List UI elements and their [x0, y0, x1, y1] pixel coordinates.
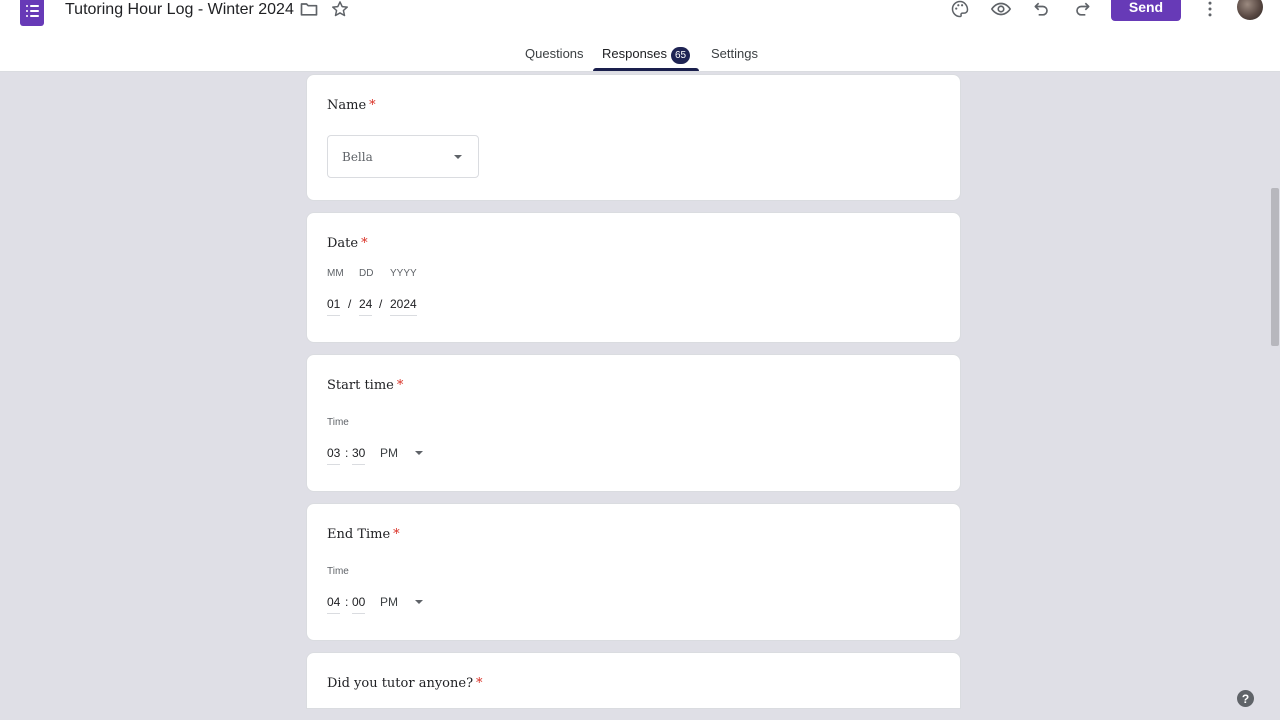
scrollbar-thumb[interactable] [1271, 188, 1279, 346]
tab-responses[interactable]: Responses [602, 46, 667, 61]
end-ampm-select[interactable]: PM [380, 595, 398, 609]
tab-questions[interactable]: Questions [525, 46, 584, 61]
question-title: Date * [327, 236, 368, 251]
question-card-start-time: Start time * Time 03 : 30 PM [306, 354, 961, 492]
dropdown-arrow-icon [454, 155, 462, 159]
question-card-name: Name * Bella [306, 74, 961, 201]
question-title: Start time * [327, 378, 404, 393]
time-colon: : [345, 595, 349, 609]
required-asterisk: * [476, 676, 483, 691]
question-title: Did you tutor anyone? * [327, 676, 483, 691]
required-asterisk: * [361, 236, 368, 251]
scrollbar-track[interactable] [1270, 72, 1280, 720]
year-label: YYYY [390, 268, 417, 279]
send-button[interactable]: Send [1111, 0, 1181, 21]
more-vert-icon[interactable] [1198, 0, 1222, 21]
ampm-dropdown-arrow-icon[interactable] [415, 600, 423, 604]
time-label: Time [327, 417, 349, 428]
forms-logo-icon[interactable] [20, 0, 44, 26]
time-label: Time [327, 566, 349, 577]
form-title[interactable]: Tutoring Hour Log - Winter 2024 [65, 1, 294, 19]
start-hour-input[interactable]: 03 [327, 446, 341, 465]
time-colon: : [345, 446, 349, 460]
name-dropdown[interactable]: Bella [327, 135, 479, 178]
ampm-dropdown-arrow-icon[interactable] [415, 451, 423, 455]
end-minute-input[interactable]: 00 [352, 595, 366, 614]
month-input[interactable]: 01 [327, 297, 341, 316]
redo-icon[interactable] [1070, 0, 1094, 21]
preview-eye-icon[interactable] [989, 0, 1013, 21]
start-ampm-select[interactable]: PM [380, 446, 398, 460]
question-card-tutored: Did you tutor anyone? * [306, 652, 961, 709]
folder-icon[interactable] [297, 0, 321, 21]
active-tab-indicator [593, 68, 699, 71]
required-asterisk: * [393, 527, 400, 542]
end-hour-input[interactable]: 04 [327, 595, 341, 614]
help-icon[interactable]: ? [1237, 690, 1254, 707]
day-label: DD [359, 268, 374, 279]
date-separator: / [379, 297, 383, 311]
date-separator: / [348, 297, 352, 311]
day-input[interactable]: 24 [359, 297, 373, 316]
year-input[interactable]: 2024 [390, 297, 417, 316]
tab-settings[interactable]: Settings [711, 46, 758, 61]
required-asterisk: * [396, 378, 404, 393]
tab-bar: Questions Responses 65 Settings [0, 40, 1280, 72]
question-card-date: Date * MM DD YYYY 01 / 24 / 2024 [306, 212, 961, 343]
question-card-end-time: End Time * Time 04 : 00 PM [306, 503, 961, 641]
palette-icon[interactable] [948, 0, 972, 21]
undo-icon[interactable] [1030, 0, 1054, 21]
avatar[interactable] [1237, 0, 1263, 20]
responses-count-badge: 65 [671, 47, 690, 64]
question-title: End Time * [327, 527, 400, 542]
app-header: Tutoring Hour Log - Winter 2024 Send Que… [0, 0, 1280, 72]
question-title: Name * [327, 98, 376, 113]
required-asterisk: * [369, 98, 376, 113]
star-icon[interactable] [328, 0, 352, 21]
month-label: MM [327, 268, 344, 279]
start-minute-input[interactable]: 30 [352, 446, 366, 465]
dropdown-selected-value: Bella [342, 150, 373, 164]
